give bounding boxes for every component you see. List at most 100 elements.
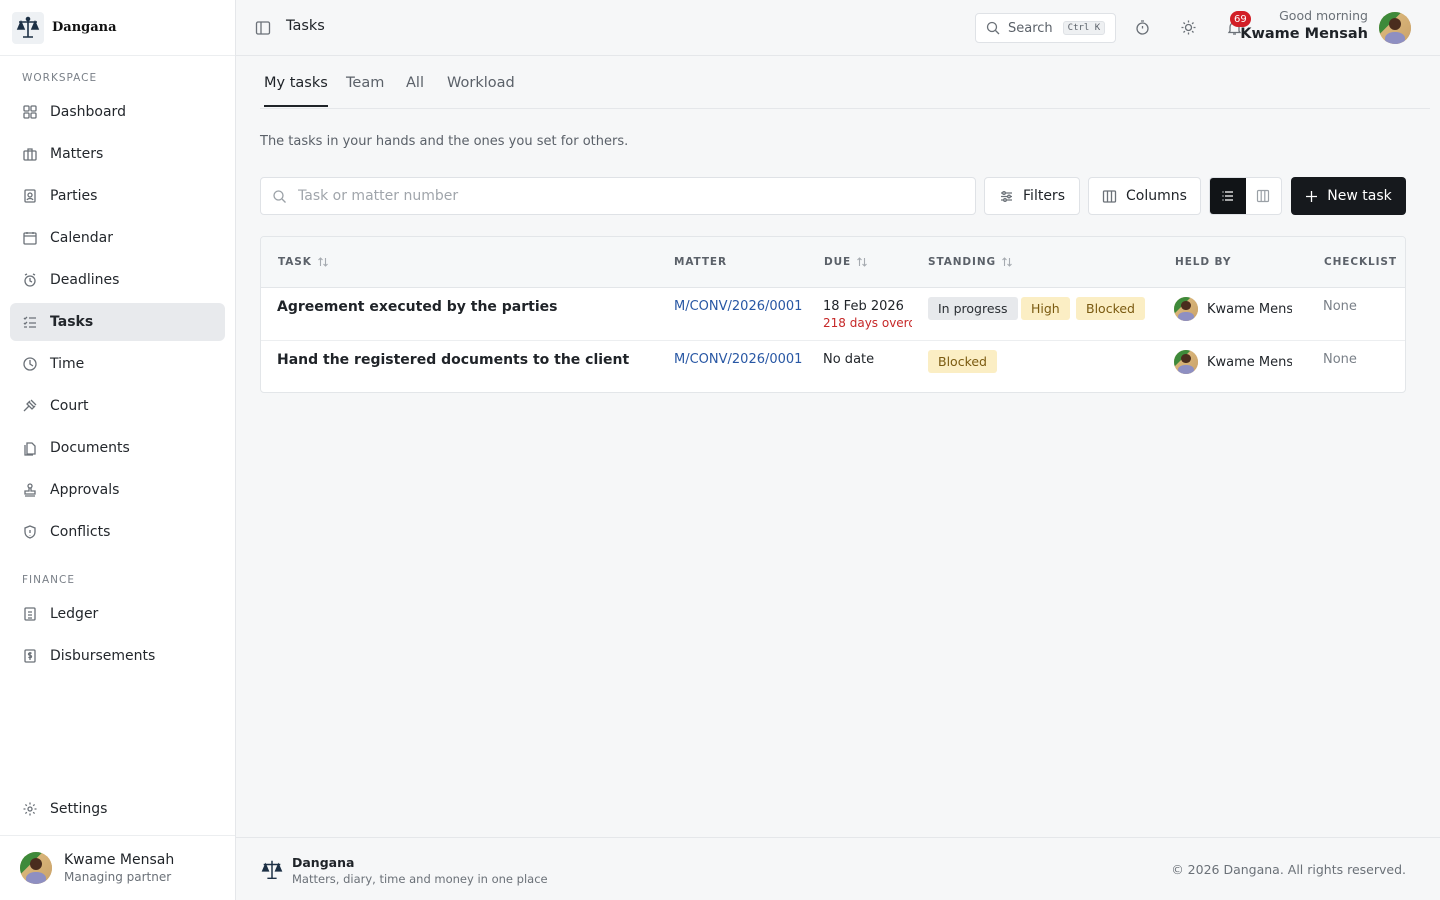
contact-icon xyxy=(22,188,38,204)
clock-icon xyxy=(22,356,38,372)
due-date: No date xyxy=(823,352,875,367)
column-header-label: STANDING xyxy=(928,256,997,268)
due-date: 18 Feb 2026 xyxy=(823,299,904,314)
topbar: Tasks Search Ctrl K 69 Good morning Kwam… xyxy=(236,0,1440,56)
task-title[interactable]: Agreement executed by the parties xyxy=(277,299,557,315)
scales-icon xyxy=(12,11,44,44)
page-intro: The tasks in your hands and the ones you… xyxy=(260,134,629,149)
column-header-label: TASK xyxy=(278,256,312,268)
matter-link[interactable]: M/CONV/2026/0001 xyxy=(674,352,802,367)
task-search-field[interactable] xyxy=(260,177,976,215)
columns-icon xyxy=(1102,189,1117,204)
tab-workload[interactable]: Workload xyxy=(447,75,515,105)
list-icon xyxy=(1221,189,1235,203)
sidebar-item-label: Dashboard xyxy=(50,104,126,120)
greeting-user-name: Kwame Mensah xyxy=(1240,26,1368,42)
blocked-badge: Blocked xyxy=(1076,297,1145,320)
table-row[interactable]: Hand the registered documents to the cli… xyxy=(261,341,1405,392)
task-title[interactable]: Hand the registered documents to the cli… xyxy=(277,352,629,368)
brand[interactable]: Dangana xyxy=(0,0,235,56)
sort-icon[interactable] xyxy=(1001,256,1013,268)
column-header-checklist: CHECKLIST xyxy=(1324,256,1397,268)
sidebar-item-label: Matters xyxy=(50,146,104,162)
column-header-held-by: HELD BY xyxy=(1175,256,1231,268)
task-search-input[interactable] xyxy=(298,188,938,204)
page-title: Tasks xyxy=(286,18,325,34)
receipt-icon xyxy=(22,648,38,664)
column-header-standing[interactable]: STANDING xyxy=(928,256,1013,268)
avatar xyxy=(20,852,52,884)
tasks-tabs: My tasks Team All Workload xyxy=(260,56,1430,109)
sidebar-item-deadlines[interactable]: Deadlines xyxy=(10,261,225,299)
book-icon xyxy=(22,606,38,622)
sort-icon[interactable] xyxy=(317,256,329,268)
sidebar-item-parties[interactable]: Parties xyxy=(10,177,225,215)
sidebar-item-approvals[interactable]: Approvals xyxy=(10,471,225,509)
briefcase-icon xyxy=(22,146,38,162)
sidebar-item-label: Time xyxy=(50,356,85,372)
tab-team[interactable]: Team xyxy=(346,75,384,105)
search-icon xyxy=(272,189,287,204)
column-header-label: MATTER xyxy=(674,256,727,268)
sidebar-item-disbursements[interactable]: Disbursements xyxy=(10,637,225,675)
sidebar-item-label: Ledger xyxy=(50,606,99,622)
search-icon xyxy=(986,21,1000,35)
blocked-badge: Blocked xyxy=(928,350,997,373)
plus-icon xyxy=(1305,190,1318,203)
list-view-button[interactable] xyxy=(1210,178,1246,214)
sidebar-item-dashboard[interactable]: Dashboard xyxy=(10,93,225,131)
board-icon xyxy=(1256,189,1270,203)
sidebar: Dangana WORKSPACE Dashboard Matters Part… xyxy=(0,0,236,900)
theme-toggle-icon[interactable] xyxy=(1180,19,1197,36)
column-header-task[interactable]: TASK xyxy=(278,256,329,268)
priority-badge: High xyxy=(1021,297,1070,320)
footer-tagline: Matters, diary, time and money in one pl… xyxy=(292,872,548,886)
board-view-button[interactable] xyxy=(1246,178,1282,214)
sidebar-item-documents[interactable]: Documents xyxy=(10,429,225,467)
columns-button[interactable]: Columns xyxy=(1088,177,1201,215)
shield-icon xyxy=(22,524,38,540)
sidebar-item-label: Deadlines xyxy=(50,272,120,288)
gavel-icon xyxy=(22,398,38,414)
sidebar-item-calendar[interactable]: Calendar xyxy=(10,219,225,257)
timer-icon[interactable] xyxy=(1134,19,1151,36)
tasks-table: TASK MATTER DUE STANDING HELD BY CHECKLI… xyxy=(260,236,1406,393)
tab-my-tasks[interactable]: My tasks xyxy=(264,75,328,107)
sidebar-item-time[interactable]: Time xyxy=(10,345,225,383)
sidebar-user-profile[interactable]: Kwame Mensah Managing partner xyxy=(0,835,235,900)
list-check-icon xyxy=(22,314,38,330)
footer-copyright: © 2026 Dangana. All rights reserved. xyxy=(1171,862,1406,877)
sidebar-item-tasks[interactable]: Tasks xyxy=(10,303,225,341)
grid-icon xyxy=(22,104,38,120)
sidebar-item-matters[interactable]: Matters xyxy=(10,135,225,173)
sidebar-item-label: Settings xyxy=(50,801,108,817)
matter-link[interactable]: M/CONV/2026/0001 xyxy=(674,299,802,314)
held-by-name: Kwame Mensah xyxy=(1207,354,1292,370)
new-task-label: New task xyxy=(1327,188,1392,204)
view-mode-toggle xyxy=(1209,177,1282,215)
sidebar-item-ledger[interactable]: Ledger xyxy=(10,595,225,633)
section-label-workspace: WORKSPACE xyxy=(22,72,98,84)
column-header-label: HELD BY xyxy=(1175,256,1232,268)
brand-name: Dangana xyxy=(52,20,117,35)
sidebar-item-settings[interactable]: Settings xyxy=(10,790,225,828)
user-avatar-button[interactable] xyxy=(1379,12,1411,44)
table-row[interactable]: Agreement executed by the parties M/CONV… xyxy=(261,288,1405,341)
column-header-due[interactable]: DUE xyxy=(824,256,868,268)
held-by: Kwame Mensah xyxy=(1174,297,1292,321)
table-header: TASK MATTER DUE STANDING HELD BY CHECKLI… xyxy=(261,237,1405,288)
sort-icon[interactable] xyxy=(856,256,868,268)
sliders-icon xyxy=(999,189,1014,204)
new-task-button[interactable]: New task xyxy=(1291,177,1406,215)
sidebar-item-court[interactable]: Court xyxy=(10,387,225,425)
filters-button[interactable]: Filters xyxy=(984,177,1080,215)
status-badge: In progress xyxy=(928,297,1018,320)
search-shortcut: Ctrl K xyxy=(1062,21,1106,35)
global-search-button[interactable]: Search Ctrl K xyxy=(975,13,1116,43)
sidebar-item-conflicts[interactable]: Conflicts xyxy=(10,513,225,551)
column-header-matter: MATTER xyxy=(674,256,727,268)
tab-all[interactable]: All xyxy=(406,75,424,105)
sidebar-toggle-icon[interactable] xyxy=(254,19,272,37)
sidebar-user-name: Kwame Mensah xyxy=(64,852,175,868)
section-label-finance: FINANCE xyxy=(22,574,75,586)
